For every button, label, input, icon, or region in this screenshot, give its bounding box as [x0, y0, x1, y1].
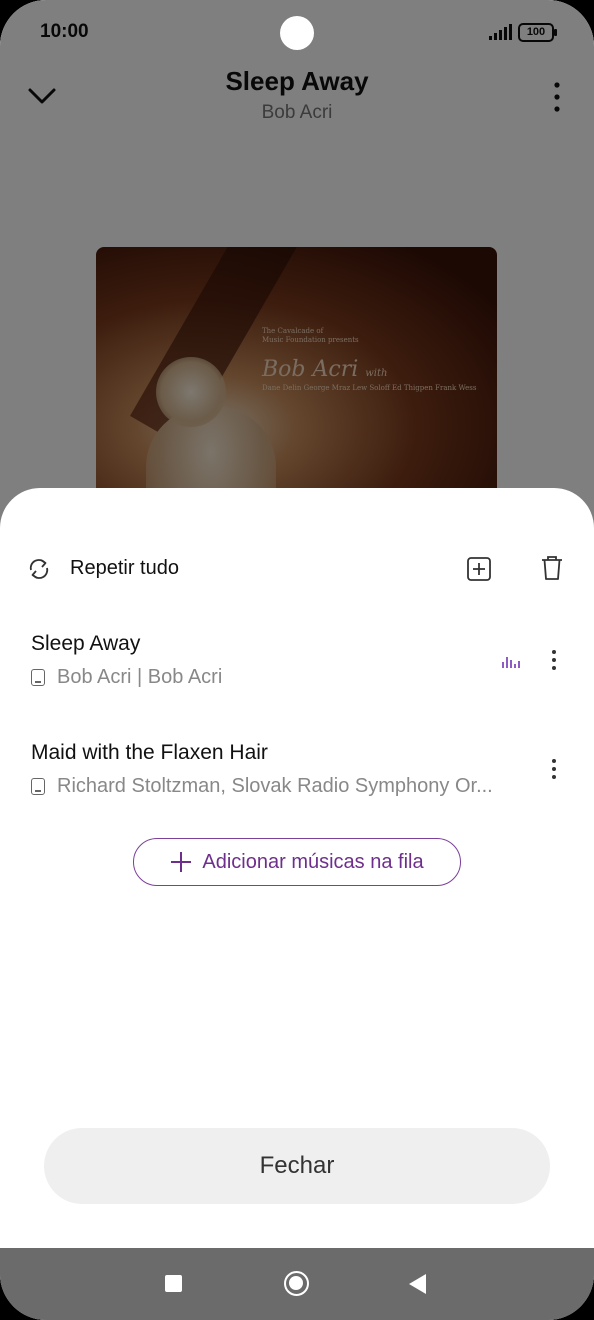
queue-item-title: Sleep Away — [31, 632, 141, 655]
queue-sheet: Repetir tudo Sleep Away Bob Acri | Bob A… — [0, 488, 594, 1248]
device-icon — [31, 668, 45, 686]
add-to-playlist-icon[interactable] — [466, 556, 492, 582]
queue-item-subtitle: Bob Acri | Bob Acri — [57, 665, 223, 688]
queue-item[interactable]: Maid with the Flaxen Hair Richard Stoltz… — [0, 735, 594, 815]
camera-cutout — [280, 16, 314, 50]
navigation-bar — [0, 1248, 594, 1320]
queue-item-subtitle: Richard Stoltzman, Slovak Radio Symphony… — [57, 774, 493, 797]
repeat-icon[interactable] — [26, 556, 52, 582]
queue-item-subtitle-row: Richard Stoltzman, Slovak Radio Symphony… — [31, 773, 511, 799]
recents-icon[interactable] — [165, 1275, 182, 1292]
queue-item[interactable]: Sleep Away Bob Acri | Bob Acri — [0, 626, 594, 706]
repeat-mode-label[interactable]: Repetir tudo — [70, 557, 179, 580]
trash-icon[interactable] — [540, 554, 564, 582]
queue-toolbar: Repetir tudo — [0, 540, 594, 596]
add-songs-label: Adicionar músicas na fila — [202, 850, 424, 873]
queue-item-subtitle-row: Bob Acri | Bob Acri — [31, 664, 511, 690]
more-options-icon[interactable] — [549, 757, 559, 781]
back-icon[interactable] — [409, 1274, 426, 1294]
queue-item-title: Maid with the Flaxen Hair — [31, 741, 268, 764]
more-options-icon[interactable] — [549, 648, 559, 672]
add-songs-to-queue-button[interactable]: Adicionar músicas na fila — [133, 838, 461, 886]
now-playing-equalizer-icon — [502, 654, 520, 668]
home-icon[interactable] — [284, 1271, 309, 1296]
device-icon — [31, 777, 45, 795]
plus-icon — [171, 852, 192, 872]
close-button[interactable]: Fechar — [44, 1128, 550, 1204]
phone-screen: 10:00 100 Sleep Away Bob Acri The — [0, 0, 594, 1320]
